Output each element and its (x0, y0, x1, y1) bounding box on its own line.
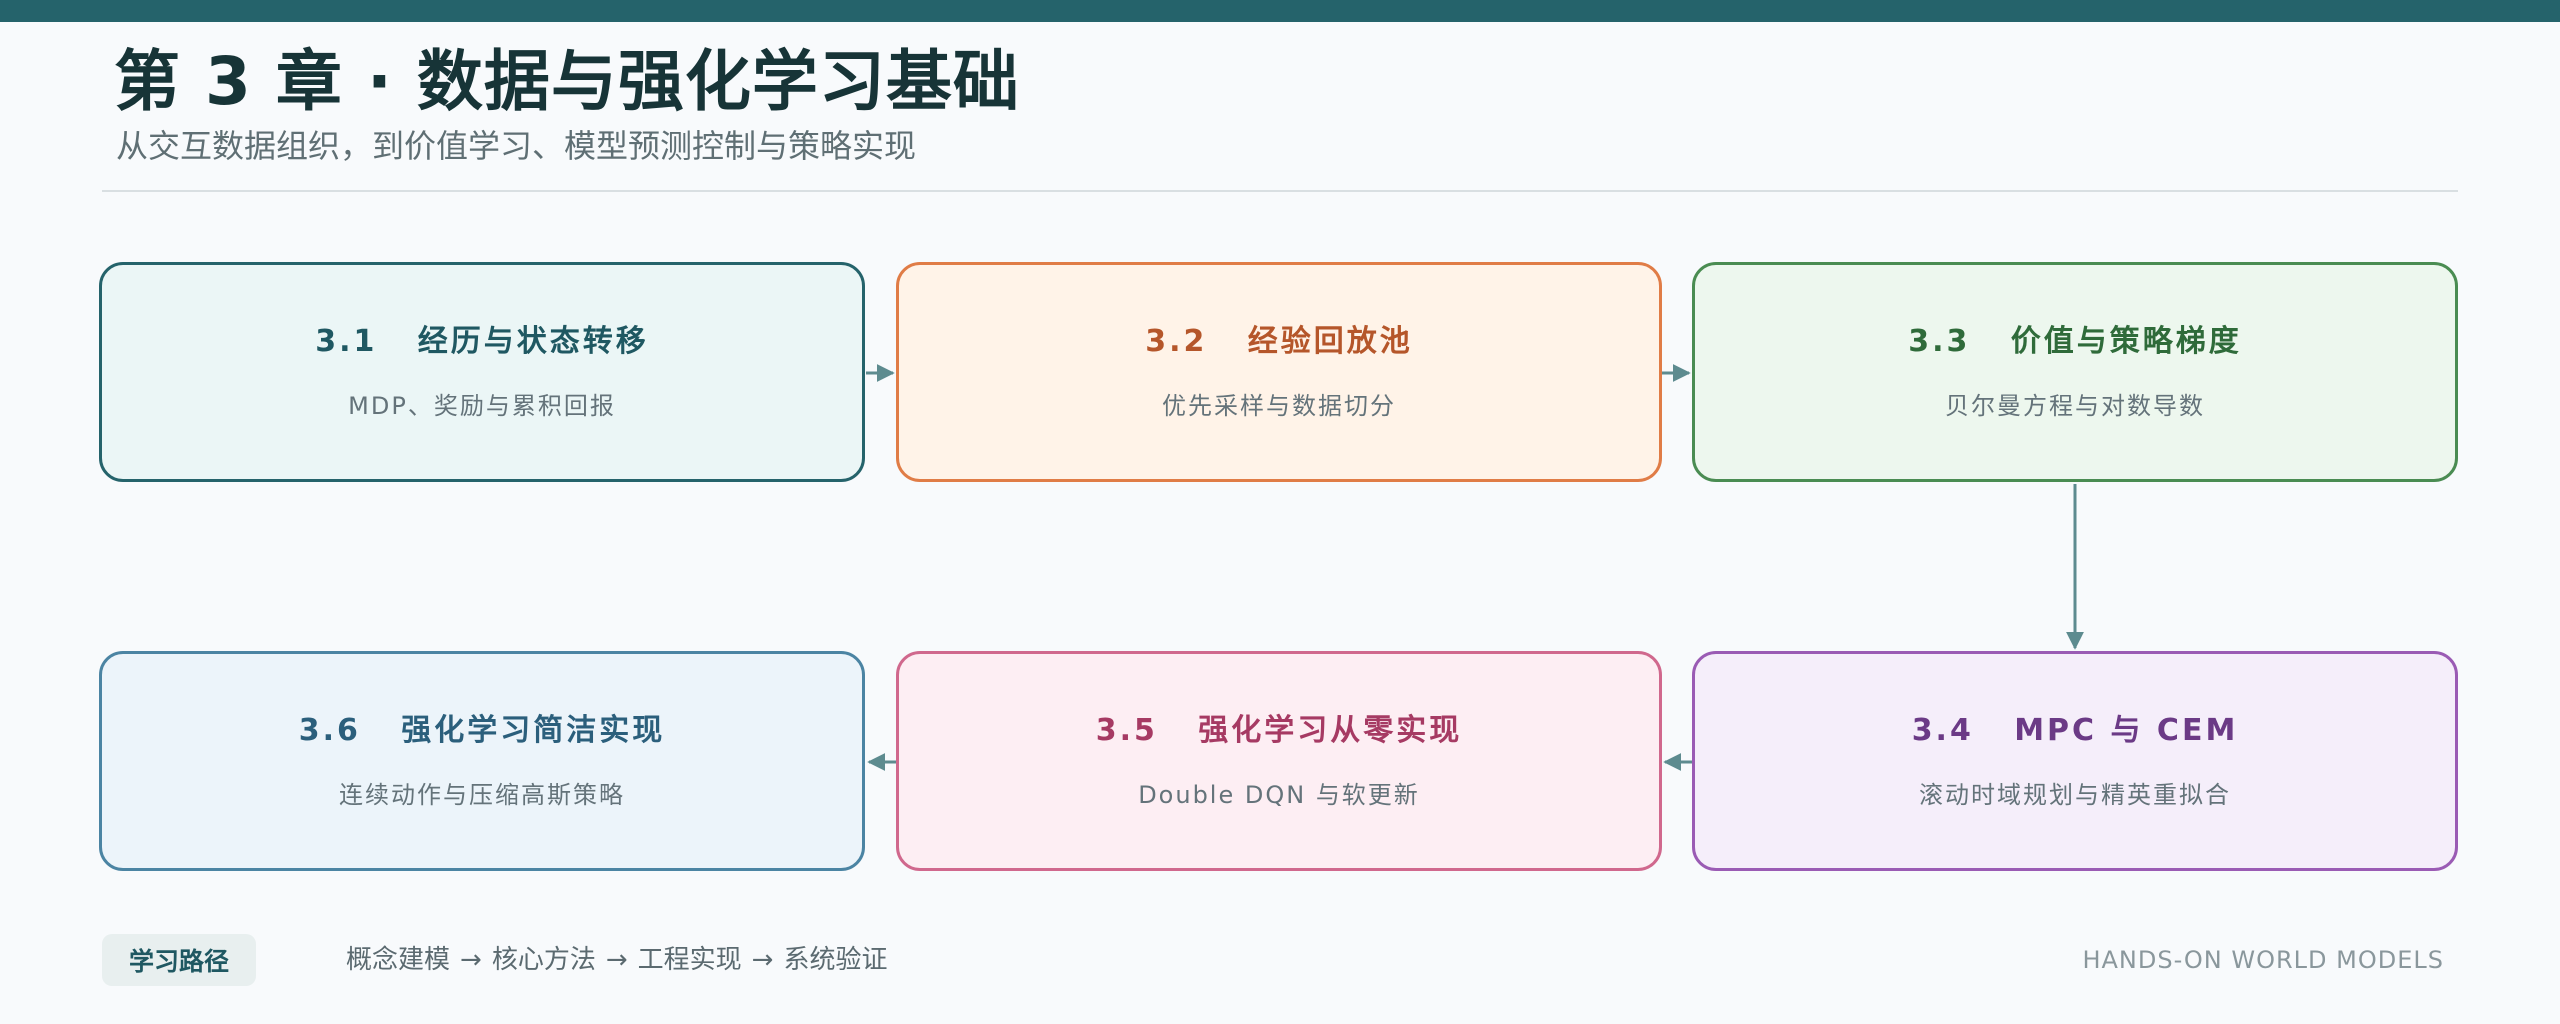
card-subtitle: 优先采样与数据切分 (1162, 392, 1396, 420)
card-subtitle: 滚动时域规划与精英重拟合 (1919, 781, 2231, 809)
path-step: 系统验证 (783, 945, 888, 975)
page-title: 第 3 章 · 数据与强化学习基础 (114, 43, 1020, 120)
card-subtitle: MDP、奖励与累积回报 (348, 392, 616, 420)
card-subtitle: 贝尔曼方程与对数导数 (1945, 392, 2205, 420)
section-card-3-3[interactable]: 3.3 价值与策略梯度 贝尔曼方程与对数导数 (1692, 262, 2458, 482)
header-divider (102, 190, 2458, 192)
brand-label: HANDS-ON WORLD MODELS (2082, 946, 2444, 974)
section-card-3-6[interactable]: 3.6 强化学习简洁实现 连续动作与压缩高斯策略 (99, 651, 865, 871)
card-title: 3.3 价值与策略梯度 (1908, 324, 2242, 359)
arrow-right-icon: → (605, 945, 628, 975)
card-title: 3.4 MPC 与 CEM (1911, 713, 2239, 748)
path-step: 核心方法 (491, 945, 596, 975)
card-subtitle: Double DQN 与软更新 (1138, 781, 1420, 809)
path-step: 概念建模 (346, 945, 451, 975)
page-subtitle: 从交互数据组织，到价值学习、模型预测控制与策略实现 (116, 127, 917, 165)
section-card-3-5[interactable]: 3.5 强化学习从零实现 Double DQN 与软更新 (896, 651, 1662, 871)
card-title: 3.2 经验回放池 (1145, 324, 1413, 359)
section-card-3-2[interactable]: 3.2 经验回放池 优先采样与数据切分 (896, 262, 1662, 482)
learning-path-badge: 学习路径 (102, 934, 256, 986)
arrow-right-icon: → (460, 945, 482, 975)
arrow-right-icon: → (751, 945, 774, 975)
card-title: 3.1 经历与状态转移 (315, 324, 649, 359)
section-card-3-1[interactable]: 3.1 经历与状态转移 MDP、奖励与累积回报 (99, 262, 865, 482)
section-card-3-4[interactable]: 3.4 MPC 与 CEM 滚动时域规划与精英重拟合 (1692, 651, 2458, 871)
card-subtitle: 连续动作与压缩高斯策略 (339, 781, 625, 809)
top-accent-bar (0, 0, 2560, 22)
path-step: 工程实现 (637, 945, 742, 975)
card-title: 3.6 强化学习简洁实现 (298, 713, 666, 748)
card-title: 3.5 强化学习从零实现 (1095, 713, 1463, 748)
learning-path-steps: 概念建模 → 核心方法 → 工程实现 → 系统验证 (346, 940, 887, 980)
